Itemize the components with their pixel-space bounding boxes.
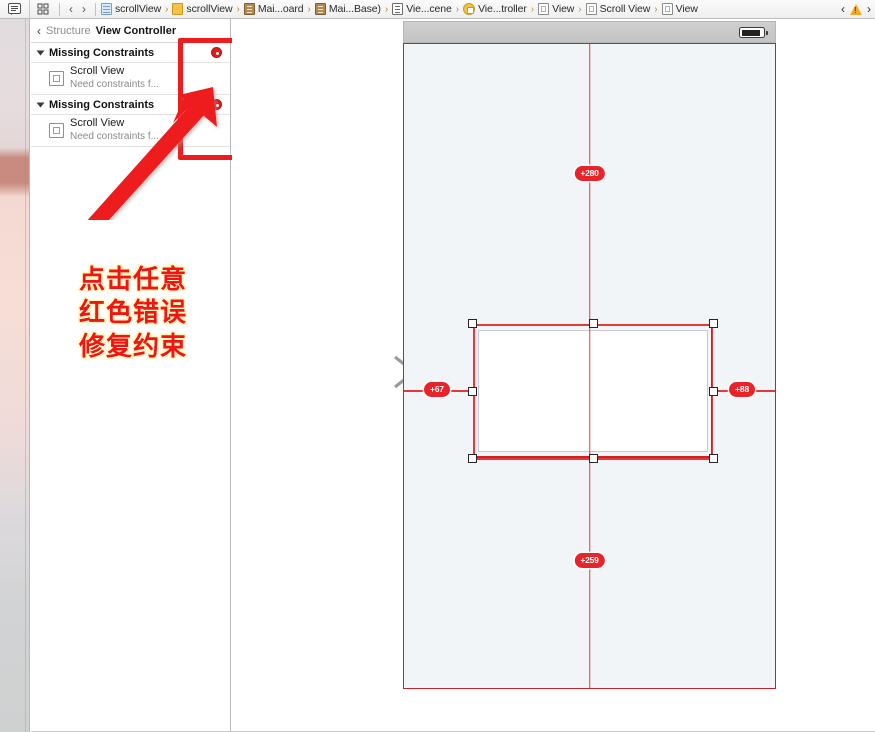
resize-handle-bottom-center[interactable] [588,454,598,463]
resize-handle-middle-right[interactable] [709,386,718,396]
divider [95,2,96,16]
xcode-window: ‹ › scrollView › scrollView › Mai...oard… [0,0,875,732]
issue-group-label: Missing Constraints [49,98,155,111]
breadcrumb-item-4[interactable]: Vie...cene [390,3,454,15]
breadcrumb-label: scrollView [115,3,162,15]
resize-handle-top-left[interactable] [468,319,477,328]
vertical-center-guide [588,44,591,688]
resize-handle-top-center[interactable] [588,319,598,328]
error-badge-icon[interactable] [211,47,222,58]
issue-navigator-panel: ‹ Structure View Controller Missing Cons… [31,19,231,732]
folder-icon [172,3,184,15]
issue-row[interactable]: Scroll View Need constraints f... [31,115,230,147]
breadcrumb-separator: › [307,3,311,15]
grid-icon[interactable] [30,0,56,19]
issue-description: Need constraints f... [70,131,159,143]
top-constraint-pill[interactable]: +280 [574,166,605,181]
resize-handle-bottom-right[interactable] [709,454,718,463]
project-document-icon [101,3,112,15]
resize-handle-top-right[interactable] [709,319,718,328]
interface-builder-canvas[interactable]: +280 +67 +88 +259 [232,19,875,732]
forward-chevron-icon[interactable]: › [82,3,86,15]
back-chevron-icon[interactable]: ‹ [37,25,41,37]
bottom-constraint-pill[interactable]: +259 [574,553,605,568]
callout-line-0: 点击任意 [79,265,188,295]
warning-triangle-icon[interactable] [850,3,862,15]
breadcrumb-item-6[interactable]: View [536,3,576,15]
issue-description: Need constraints f... [70,79,159,91]
breadcrumb-label: Mai...oard [257,3,304,15]
breadcrumb-item-0[interactable]: scrollView [99,3,163,15]
storyboard-icon [314,3,326,15]
breadcrumb-label: scrollView [186,3,233,15]
storyboard-icon [243,3,255,15]
navigator-header: ‹ Structure View Controller [31,19,230,43]
breadcrumb-item-7[interactable]: Scroll View [584,3,653,15]
back-chevron-icon[interactable]: ‹ [841,3,845,15]
issue-group-1[interactable]: Missing Constraints [31,95,230,115]
selected-view[interactable] [468,319,718,463]
resize-handle-middle-left[interactable] [468,386,477,396]
callout-line-1: 红色错误 [79,298,188,329]
view-icon [661,3,673,15]
breadcrumb-item-2[interactable]: Mai...oard [242,3,306,15]
breadcrumb-separator: › [530,3,535,15]
jump-bar-status: ‹ › [841,3,875,15]
nav-arrows: ‹ › [63,3,92,15]
root-view[interactable]: +280 +67 +88 +259 [403,43,776,689]
strip-divider [25,19,26,732]
document-outline-icon[interactable] [0,0,30,19]
scene-icon [392,3,404,15]
status-bar [403,21,776,43]
issue-group-0[interactable]: Missing Constraints [31,43,230,63]
chinese-callout-text: 点击任意 红色错误 修复约束 [79,265,229,362]
navigator-scope-label[interactable]: Structure [46,25,91,37]
breadcrumb-label: View [552,3,575,15]
breadcrumb-item-8[interactable]: View [660,3,700,15]
breadcrumb-separator: › [455,3,460,15]
trailing-constraint-pill[interactable]: +88 [729,382,755,397]
error-badge-icon[interactable] [211,99,222,110]
view-icon [585,3,597,15]
device-preview[interactable]: +280 +67 +88 +259 [401,19,778,691]
battery-icon [739,27,768,38]
breadcrumb-separator: › [654,3,658,15]
chevron-down-icon[interactable] [36,50,45,55]
breadcrumb-separator: › [165,3,169,15]
callout-line-2: 修复约束 [79,331,188,362]
back-chevron-icon[interactable]: ‹ [69,3,73,15]
chevron-down-icon[interactable] [36,102,45,107]
resize-handle-bottom-left[interactable] [468,454,477,463]
leading-constraint-pill[interactable]: +67 [424,382,450,397]
issue-group-label: Missing Constraints [49,46,155,59]
breadcrumb-separator: › [384,3,389,15]
breadcrumb-label: Mai...Base) [328,3,381,15]
breadcrumb: scrollView › scrollView › Mai...oard › M… [99,3,841,15]
breadcrumb-item-5[interactable]: Vie...troller [461,3,529,15]
breadcrumb-label: View [675,3,698,15]
issue-row[interactable]: Scroll View Need constraints f... [31,63,230,95]
forward-chevron-icon[interactable]: › [867,3,871,15]
view-icon [49,123,64,138]
breadcrumb-label: Scroll View [599,3,651,15]
page-title: View Controller [95,24,177,37]
issue-title: Scroll View [70,117,125,130]
selected-view-content [478,330,708,452]
jump-bar: ‹ › scrollView › scrollView › Mai...oard… [0,0,875,19]
breadcrumb-separator: › [236,3,240,15]
view-icon [538,3,550,15]
left-edge-strip [0,19,30,732]
breadcrumb-label: Vie...troller [478,3,527,15]
divider [59,2,60,16]
view-icon [49,71,64,86]
breadcrumb-separator: › [578,3,582,15]
issue-title: Scroll View [70,65,125,78]
breadcrumb-item-3[interactable]: Mai...Base) [313,3,383,15]
breadcrumb-label: Vie...cene [406,3,452,15]
view-controller-icon [463,3,476,15]
breadcrumb-item-1[interactable]: scrollView [170,3,234,15]
